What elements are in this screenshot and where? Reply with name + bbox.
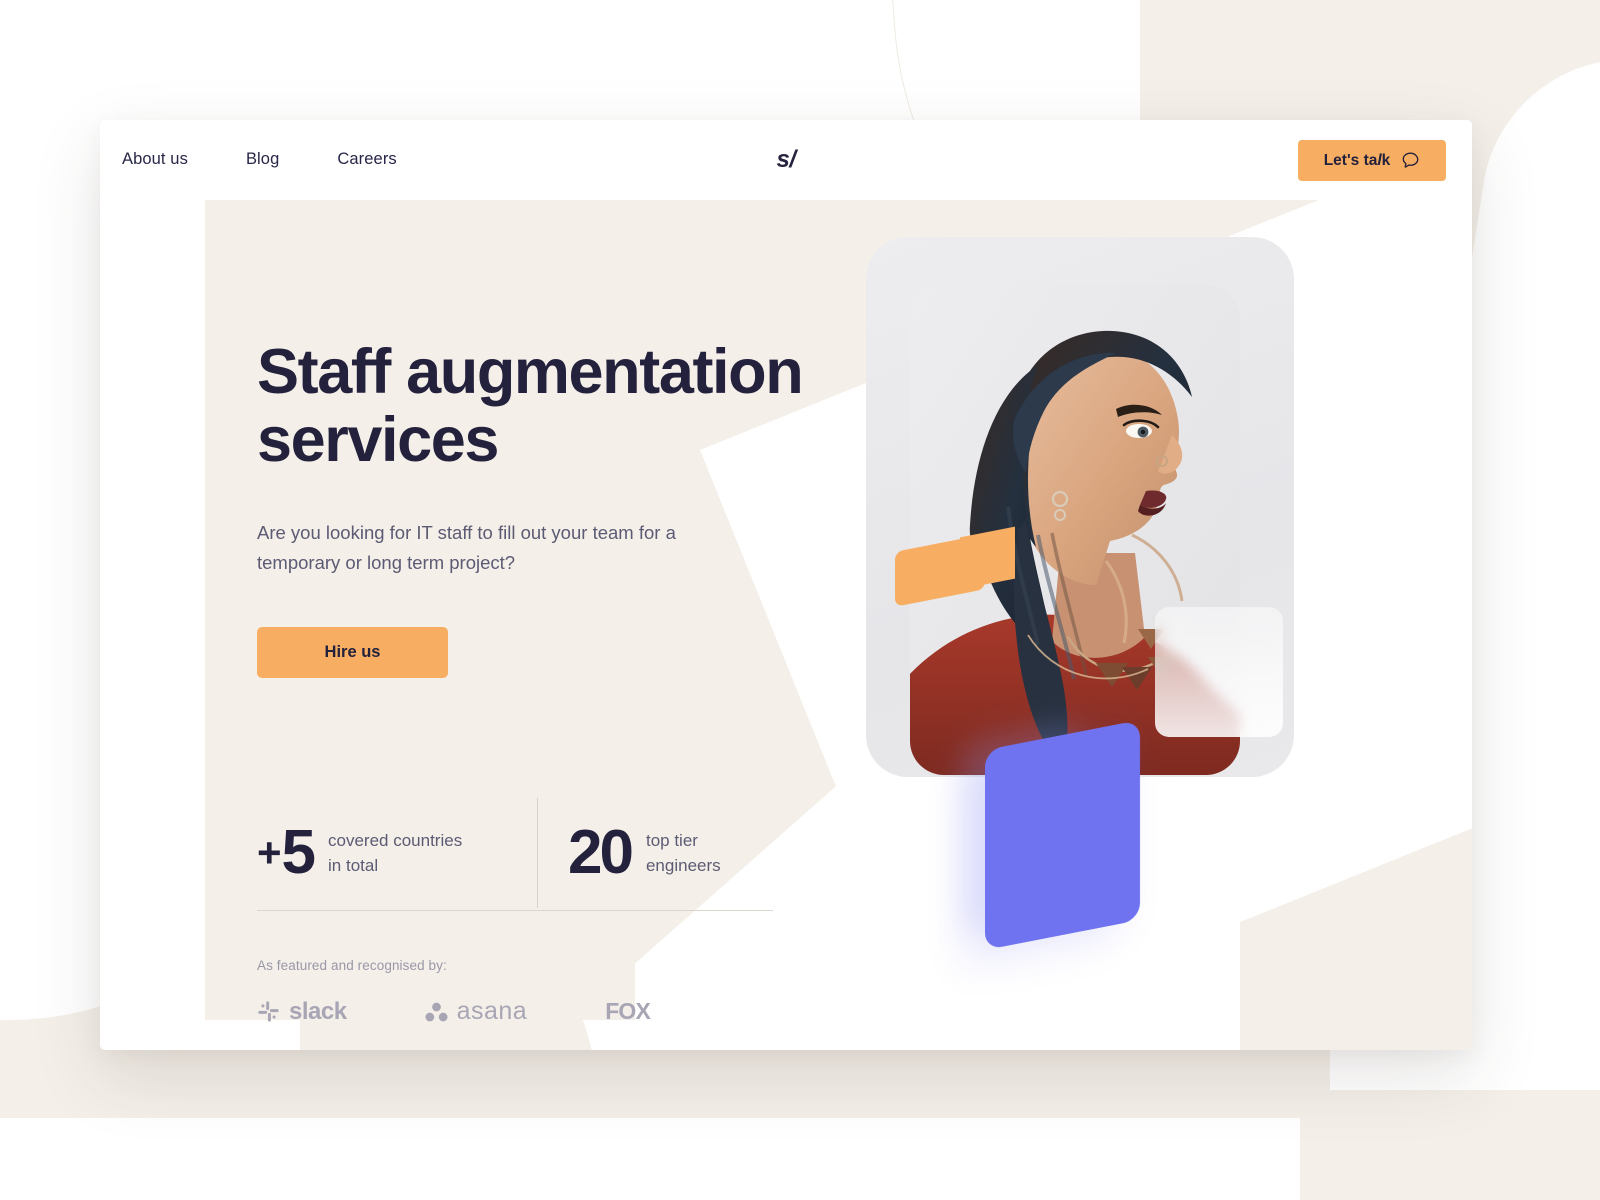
decor-purple-card — [985, 719, 1140, 951]
stat-prefix: + — [257, 829, 281, 876]
stats-divider — [257, 910, 773, 911]
stat-label-line2: in total — [328, 856, 379, 875]
stat-label-line1: top tier — [645, 831, 698, 850]
featured-section: As featured and recognised by: slack asa… — [257, 958, 651, 1026]
featured-label: As featured and recognised by: — [257, 958, 447, 973]
logo-slack: slack — [257, 998, 347, 1026]
stat-value: 20 — [568, 818, 634, 887]
website-card: About us Blog Careers s/ Let's talk Staf… — [100, 120, 1472, 1050]
featured-logo-list: slack asana FOX — [257, 997, 651, 1026]
stats-row: + 5 covered countries in total 20 top ti… — [257, 798, 773, 908]
asana-icon — [425, 1002, 448, 1021]
stat-number: 20 — [568, 818, 634, 887]
page-title: Staff augmentation services — [257, 337, 804, 475]
logo-fox: FOX — [605, 998, 651, 1025]
logo-asana: asana — [425, 997, 528, 1026]
backdrop-white-bottom-strip — [0, 1118, 1300, 1200]
chat-bubble-icon — [1402, 152, 1419, 168]
stat-number: 5 — [281, 818, 317, 887]
hire-us-button[interactable]: Hire us — [257, 627, 448, 678]
stat-covered-countries: + 5 covered countries in total — [257, 798, 537, 908]
brand-logo[interactable]: s/ — [100, 146, 1472, 174]
lets-talk-button[interactable]: Let's talk — [1298, 140, 1446, 181]
stat-label-line1: covered countries — [328, 831, 463, 850]
fox-wordmark: FOX — [605, 998, 651, 1024]
asana-wordmark: asana — [456, 997, 528, 1025]
slack-icon — [258, 1001, 279, 1022]
stat-label-line2: engineers — [645, 856, 721, 875]
stat-top-tier-engineers: 20 top tier engineers — [537, 798, 721, 908]
decor-white-circle — [1325, 334, 1371, 380]
hero-subtitle: Are you looking for IT staff to fill out… — [257, 522, 676, 573]
site-header: About us Blog Careers s/ Let's talk — [100, 120, 1472, 200]
slack-wordmark: slack — [289, 997, 347, 1025]
stat-value: + 5 — [257, 818, 317, 887]
hero-copy: Staff augmentation services Are you look… — [257, 338, 817, 678]
stat-label: top tier engineers — [646, 828, 721, 878]
lets-talk-label: Let's talk — [1323, 151, 1391, 169]
stat-label: covered countries in total — [328, 828, 462, 878]
decor-glass-tile — [1155, 607, 1283, 737]
